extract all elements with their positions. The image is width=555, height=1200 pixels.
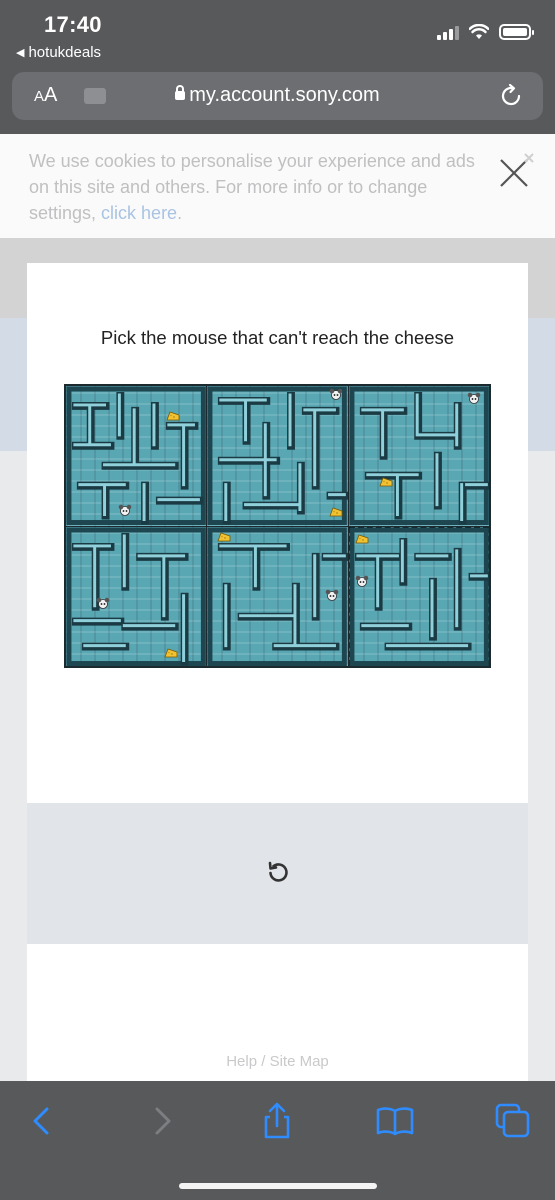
lock-icon (175, 85, 186, 100)
captcha-controls (27, 803, 528, 944)
reload-icon[interactable] (497, 82, 525, 110)
browser-top-chrome: 17:40 ◀ hotukdeals AA my.account.sony.co… (0, 0, 555, 134)
maze-tile-4[interactable] (66, 526, 207, 666)
mouse-icon (118, 504, 132, 516)
close-icon[interactable] (495, 152, 535, 192)
cellular-signal-icon (437, 24, 459, 40)
help-sitemap-link[interactable]: Help / Site Map (27, 1053, 528, 1070)
mouse-icon (96, 597, 110, 609)
cheese-icon (217, 531, 231, 541)
maze-walls (349, 526, 489, 666)
maze-tile-3[interactable] (348, 386, 489, 526)
cookie-settings-link[interactable]: click here (101, 203, 177, 223)
mouse-icon (467, 392, 480, 404)
forward-chevron-icon[interactable] (140, 1099, 184, 1143)
cheese-icon (164, 647, 178, 657)
cheese-icon (379, 477, 393, 487)
captcha-modal: Pick the mouse that can't reach the chee… (27, 263, 528, 1081)
maze-tile-6[interactable] (348, 526, 489, 666)
maze-tile-2[interactable] (207, 386, 348, 526)
web-page: We use cookies to personalise your exper… (0, 134, 555, 1081)
mouse-icon (355, 575, 368, 587)
browser-bottom-toolbar (0, 1081, 555, 1200)
back-to-app-link[interactable]: ◀ hotukdeals (16, 44, 101, 61)
cheese-icon (329, 507, 343, 517)
status-time: 17:40 (44, 12, 102, 37)
maze-grid (64, 384, 491, 668)
battery-icon (499, 24, 534, 40)
mouse-icon (326, 589, 339, 601)
captcha-prompt: Pick the mouse that can't reach the chee… (100, 327, 455, 348)
maze-walls (349, 386, 489, 526)
maze-walls (66, 386, 206, 526)
mouse-icon (330, 388, 343, 400)
maze-tile-1[interactable] (66, 386, 207, 526)
back-triangle-icon: ◀ (16, 47, 25, 59)
cheese-icon (355, 533, 369, 543)
cheese-icon (166, 411, 180, 421)
maze-tile-5[interactable] (207, 526, 348, 666)
cookie-banner: We use cookies to personalise your exper… (0, 134, 555, 238)
address-bar[interactable]: AA my.account.sony.com (12, 72, 543, 120)
bookmarks-icon[interactable] (373, 1099, 417, 1143)
refresh-icon[interactable] (263, 858, 293, 888)
cookie-text: We use cookies to personalise your exper… (29, 151, 475, 223)
url-display[interactable]: my.account.sony.com (12, 84, 543, 107)
back-chevron-icon[interactable] (20, 1099, 64, 1143)
status-icons (437, 24, 534, 40)
back-app-label: hotukdeals (28, 44, 102, 61)
maze-walls (66, 526, 206, 666)
maze-walls (207, 386, 348, 526)
wifi-icon (469, 24, 489, 39)
share-icon[interactable] (255, 1099, 299, 1143)
tabs-icon[interactable] (491, 1099, 535, 1143)
home-indicator (179, 1183, 377, 1189)
cookie-suffix: . (177, 203, 183, 223)
